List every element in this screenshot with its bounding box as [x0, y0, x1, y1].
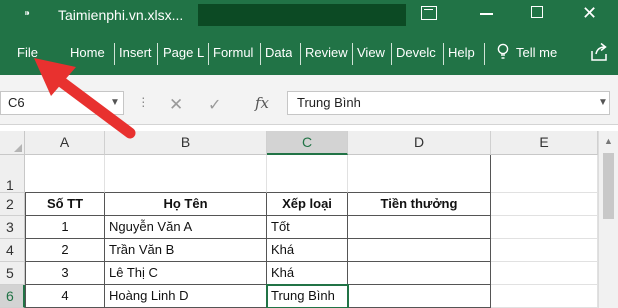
- tab-separator: [114, 43, 115, 65]
- formula-bar: C6 ▼ · · · ✕ ✓ fx Trung Bình ▼: [0, 75, 618, 125]
- cell-d5[interactable]: [348, 262, 491, 285]
- cell-c6[interactable]: Trung Bình: [266, 284, 349, 308]
- tab-separator: [260, 43, 261, 65]
- column-header-e[interactable]: E: [491, 131, 598, 155]
- enter-icon[interactable]: ✓: [208, 95, 221, 115]
- row-header-3[interactable]: 3: [0, 216, 25, 239]
- row-header-5[interactable]: 5: [0, 262, 25, 285]
- row-header-2[interactable]: 2: [0, 193, 25, 216]
- cell-d6[interactable]: [348, 285, 491, 308]
- tab-separator: [443, 43, 444, 65]
- tab-help[interactable]: Help: [448, 45, 475, 61]
- cell-c4[interactable]: Khá: [267, 239, 348, 262]
- window-title: Taimienphi.vn.xlsx...: [58, 7, 184, 23]
- cell-a6[interactable]: 4: [25, 285, 105, 308]
- row-header-4[interactable]: 4: [0, 239, 25, 262]
- cell-e5[interactable]: [491, 262, 598, 285]
- chevron-down-icon[interactable]: ▼: [110, 97, 120, 108]
- cell-d4[interactable]: [348, 239, 491, 262]
- vertical-scrollbar[interactable]: ▲: [598, 131, 618, 308]
- cell-e6[interactable]: [491, 285, 598, 308]
- row-header-1[interactable]: 1: [0, 155, 25, 193]
- ribbon-display-icon[interactable]: [421, 6, 437, 20]
- tab-file[interactable]: File: [17, 45, 38, 61]
- cell-b3[interactable]: Nguyễn Văn A: [105, 216, 267, 239]
- lightbulb-icon[interactable]: [497, 43, 509, 61]
- cell-e1[interactable]: [491, 155, 598, 193]
- more-options-icon[interactable]: · · ·: [141, 90, 146, 112]
- cell-a2[interactable]: Số TT: [25, 193, 105, 216]
- share-icon[interactable]: [590, 42, 608, 62]
- cell-d2[interactable]: Tiền thưởng: [348, 193, 491, 216]
- redacted-area: [198, 4, 406, 26]
- select-all-button[interactable]: [0, 131, 25, 155]
- cell-b2[interactable]: Họ Tên: [105, 193, 267, 216]
- ribbon-tabs: File Home Insert Page L Formul Data Revi…: [0, 31, 618, 75]
- cell-b5[interactable]: Lê Thị C: [105, 262, 267, 285]
- cell-a1[interactable]: [25, 155, 105, 193]
- cell-c1[interactable]: [267, 155, 348, 193]
- cell-d1[interactable]: [348, 155, 491, 193]
- scrollbar-thumb[interactable]: [603, 153, 614, 219]
- tab-view[interactable]: View: [357, 45, 385, 61]
- cell-b1[interactable]: [105, 155, 267, 193]
- cancel-icon[interactable]: ✕: [169, 95, 183, 115]
- tab-separator: [352, 43, 353, 65]
- cell-d3[interactable]: [348, 216, 491, 239]
- pin-icon[interactable]: ⁍: [24, 6, 31, 22]
- tab-separator: [484, 43, 485, 65]
- scroll-up-icon[interactable]: ▲: [604, 136, 613, 146]
- tab-separator: [391, 43, 392, 65]
- cell-e3[interactable]: [491, 216, 598, 239]
- maximize-icon[interactable]: [531, 6, 543, 18]
- spreadsheet-grid: A B C D E 1 2 3 4 5 6 Số TT Họ Tên Xếp l…: [0, 125, 618, 308]
- cell-b4[interactable]: Trần Văn B: [105, 239, 267, 262]
- tab-separator: [157, 43, 158, 65]
- insert-function-icon[interactable]: fx: [255, 94, 269, 112]
- cell-a4[interactable]: 2: [25, 239, 105, 262]
- tell-me-search[interactable]: Tell me: [516, 45, 557, 61]
- tab-data[interactable]: Data: [265, 45, 292, 61]
- cell-e2[interactable]: [491, 193, 598, 216]
- column-header-c[interactable]: C: [267, 131, 348, 155]
- cell-b6[interactable]: Hoàng Linh D: [105, 285, 267, 308]
- cell-a5[interactable]: 3: [25, 262, 105, 285]
- tab-developer[interactable]: Develc: [396, 45, 441, 61]
- cell-c3[interactable]: Tốt: [267, 216, 348, 239]
- tab-insert[interactable]: Insert: [119, 45, 152, 61]
- tab-review[interactable]: Review: [305, 45, 351, 61]
- tab-separator: [300, 43, 301, 65]
- title-bar: ⁍ Taimienphi.vn.xlsx... ✕: [0, 0, 618, 31]
- minimize-icon[interactable]: [480, 13, 493, 15]
- tab-home[interactable]: Home: [70, 45, 105, 61]
- formula-input[interactable]: Trung Bình: [287, 91, 610, 115]
- column-header-b[interactable]: B: [105, 131, 267, 155]
- column-header-a[interactable]: A: [25, 131, 105, 155]
- expand-formula-icon[interactable]: ▼: [598, 97, 608, 108]
- tab-separator: [208, 43, 209, 65]
- close-icon[interactable]: ✕: [582, 3, 597, 23]
- tab-page-layout[interactable]: Page L: [163, 45, 208, 61]
- cell-e4[interactable]: [491, 239, 598, 262]
- name-box[interactable]: C6: [0, 91, 124, 115]
- row-header-6[interactable]: 6: [0, 285, 25, 308]
- cell-a3[interactable]: 1: [25, 216, 105, 239]
- cell-c5[interactable]: Khá: [267, 262, 348, 285]
- cell-c2[interactable]: Xếp loại: [267, 193, 348, 216]
- column-header-d[interactable]: D: [348, 131, 491, 155]
- tab-formulas[interactable]: Formul: [213, 45, 259, 61]
